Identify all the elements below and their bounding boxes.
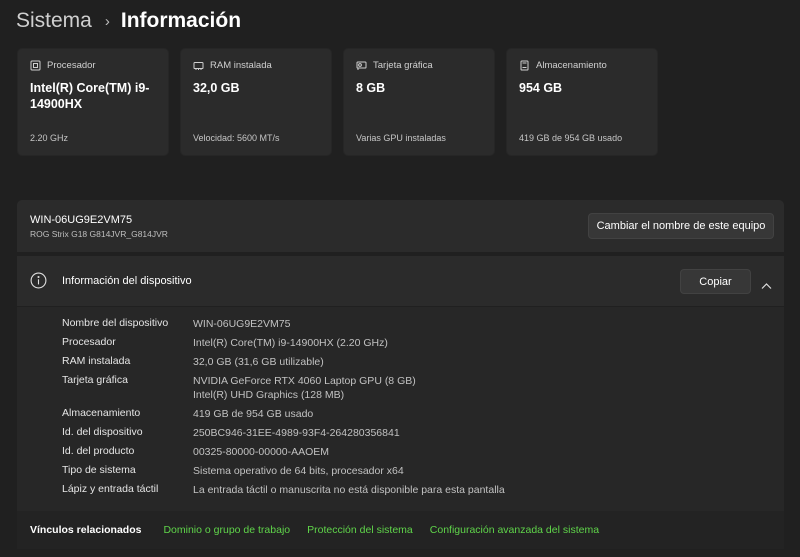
card-sub: Varias GPU instaladas bbox=[356, 133, 446, 143]
card-ram: RAM instalada 32,0 GB Velocidad: 5600 MT… bbox=[180, 48, 332, 156]
spec-value: Sistema operativo de 64 bits, procesador… bbox=[193, 465, 404, 477]
card-label: RAM instalada bbox=[210, 60, 272, 71]
spec-label: Id. del producto bbox=[62, 445, 135, 457]
breadcrumb: Sistema › Información bbox=[16, 6, 241, 36]
spec-label: Tipo de sistema bbox=[62, 464, 136, 476]
card-processor: Procesador Intel(R) Core(TM) i9-14900HX … bbox=[17, 48, 169, 156]
device-info-header[interactable]: Información del dispositivo Copiar bbox=[17, 256, 784, 306]
card-label: Procesador bbox=[47, 60, 96, 71]
spec-value: NVIDIA GeForce RTX 4060 Laptop GPU (8 GB… bbox=[193, 375, 416, 387]
breadcrumb-parent-sistema[interactable]: Sistema bbox=[16, 9, 92, 33]
rename-pc-button[interactable]: Cambiar el nombre de este equipo bbox=[588, 213, 774, 239]
card-label: Tarjeta gráfica bbox=[373, 60, 433, 71]
storage-icon bbox=[519, 60, 530, 71]
card-sub: Velocidad: 5600 MT/s bbox=[193, 133, 280, 143]
link-domain-workgroup[interactable]: Dominio o grupo de trabajo bbox=[163, 524, 290, 536]
spec-value: Intel(R) Core(TM) i9-14900HX (2.20 GHz) bbox=[193, 337, 388, 349]
link-advanced-system-settings[interactable]: Configuración avanzada del sistema bbox=[430, 524, 599, 536]
spec-value-secondary: Intel(R) UHD Graphics (128 MB) bbox=[193, 389, 345, 401]
card-value: 954 GB bbox=[519, 81, 563, 95]
card-value: 8 GB bbox=[356, 81, 386, 95]
card-header: Procesador bbox=[30, 60, 96, 71]
info-icon bbox=[30, 272, 47, 289]
card-header: Almacenamiento bbox=[519, 60, 607, 71]
spec-value: La entrada táctil o manuscrita no está d… bbox=[193, 484, 505, 496]
related-links-bar: Vínculos relacionados Dominio o grupo de… bbox=[17, 511, 784, 549]
breadcrumb-separator: › bbox=[104, 12, 110, 30]
card-storage: Almacenamiento 954 GB 419 GB de 954 GB u… bbox=[506, 48, 658, 156]
spec-value: WIN-06UG9E2VM75 bbox=[193, 318, 291, 330]
link-system-protection[interactable]: Protección del sistema bbox=[307, 524, 413, 536]
spec-value: 32,0 GB (31,6 GB utilizable) bbox=[193, 356, 324, 368]
processor-icon bbox=[30, 60, 41, 71]
spec-label: Tarjeta gráfica bbox=[62, 374, 128, 386]
device-name-panel: WIN-06UG9E2VM75 ROG Strix G18 G814JVR_G8… bbox=[17, 200, 784, 252]
chevron-up-icon[interactable] bbox=[761, 277, 772, 289]
card-value: 32,0 GB bbox=[193, 81, 240, 95]
spec-value: 250BC946-31EE-4989-93F4-264280356841 bbox=[193, 427, 400, 439]
spec-label: Nombre del dispositivo bbox=[62, 317, 169, 329]
device-info-body: Nombre del dispositivo WIN-06UG9E2VM75 P… bbox=[17, 307, 784, 511]
spec-label: Lápiz y entrada táctil bbox=[62, 483, 159, 495]
spec-value: 419 GB de 954 GB usado bbox=[193, 408, 314, 420]
spec-label: Procesador bbox=[62, 336, 116, 348]
device-info-title: Información del dispositivo bbox=[62, 275, 192, 287]
spec-label: Id. del dispositivo bbox=[62, 426, 143, 438]
spec-value: 00325-80000-00000-AAOEM bbox=[193, 446, 330, 458]
copy-button[interactable]: Copiar bbox=[680, 269, 751, 294]
card-value: Intel(R) Core(TM) i9-14900HX bbox=[30, 81, 150, 111]
spec-label: Almacenamiento bbox=[62, 407, 141, 419]
ram-icon bbox=[193, 60, 204, 71]
card-sub: 2.20 GHz bbox=[30, 133, 69, 143]
card-header: Tarjeta gráfica bbox=[356, 60, 433, 71]
card-sub: 419 GB de 954 GB usado bbox=[519, 133, 623, 143]
card-graphics: Tarjeta gráfica 8 GB Varias GPU instalad… bbox=[343, 48, 495, 156]
summary-cards: Procesador Intel(R) Core(TM) i9-14900HX … bbox=[17, 48, 658, 156]
spec-label: RAM instalada bbox=[62, 355, 131, 367]
device-name: WIN-06UG9E2VM75 bbox=[30, 214, 133, 226]
card-header: RAM instalada bbox=[193, 60, 272, 71]
related-links-label: Vínculos relacionados bbox=[30, 524, 142, 536]
page-title: Información bbox=[120, 9, 242, 32]
card-label: Almacenamiento bbox=[536, 60, 607, 71]
graphics-card-icon bbox=[356, 60, 367, 71]
device-model: ROG Strix G18 G814JVR_G814JVR bbox=[30, 229, 168, 239]
